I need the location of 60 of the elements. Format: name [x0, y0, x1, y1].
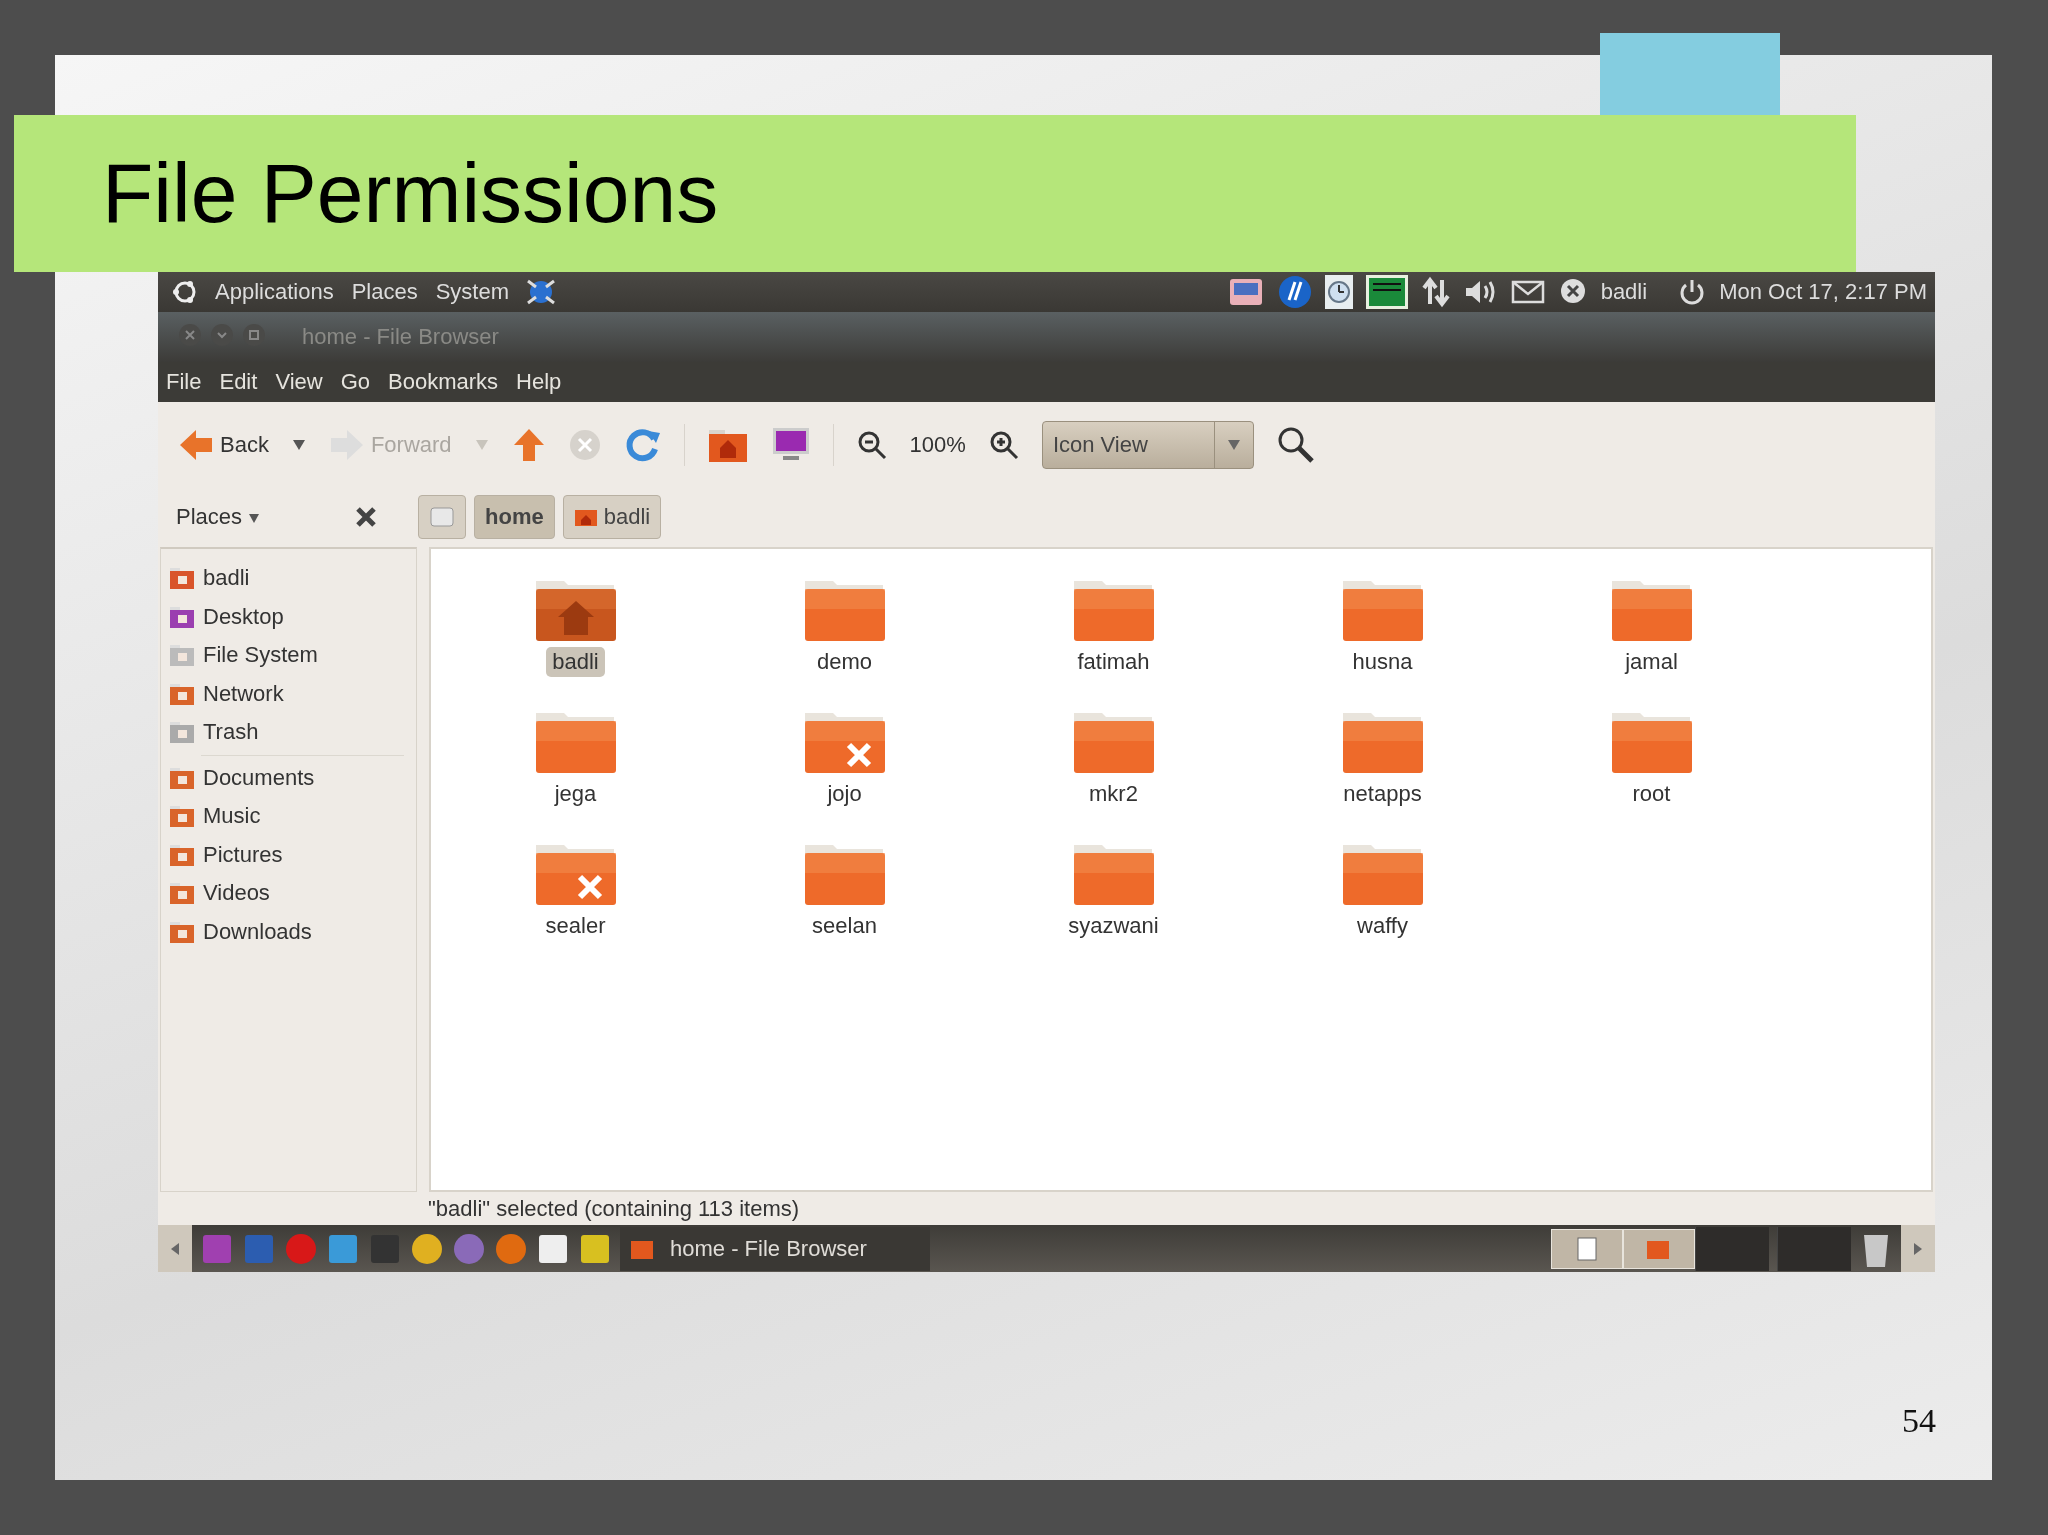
close-icon[interactable]: [354, 505, 378, 529]
zoom-level: 100%: [909, 431, 966, 458]
file-name[interactable]: waffy: [1351, 911, 1414, 941]
file-name[interactable]: root: [1626, 779, 1677, 809]
file-name[interactable]: sealer: [539, 911, 612, 941]
clock-text[interactable]: Mon Oct 17, 2:17 PM: [1719, 279, 1927, 305]
path-button[interactable]: badli: [562, 495, 662, 539]
caret-icon[interactable]: [290, 437, 307, 452]
back-button[interactable]: Back: [178, 427, 269, 462]
sidebar-item[interactable]: Music: [161, 797, 416, 836]
file-name[interactable]: netapps: [1337, 779, 1428, 809]
panel-menu[interactable]: System: [432, 279, 513, 305]
scroll-right-button[interactable]: [1901, 1225, 1935, 1272]
menu-item[interactable]: Go: [340, 369, 371, 395]
file-name[interactable]: seelan: [806, 911, 883, 941]
sidebar-item[interactable]: Network: [161, 674, 416, 713]
document-icon: [1576, 1235, 1598, 1262]
sidebar-item[interactable]: File System: [161, 636, 416, 675]
file-name[interactable]: fatimah: [1071, 647, 1156, 677]
slide-title: File Permissions: [102, 145, 719, 242]
sidebar-item[interactable]: badli: [161, 559, 416, 598]
caret-icon: [1225, 437, 1242, 452]
file-name[interactable]: syazwani: [1062, 911, 1165, 941]
clock-icon[interactable]: [1324, 275, 1353, 309]
file-name[interactable]: husna: [1346, 647, 1419, 677]
file-name[interactable]: demo: [810, 647, 878, 677]
file-name[interactable]: mkr2: [1083, 779, 1144, 809]
panel-menu[interactable]: Places: [348, 279, 421, 305]
places-dropdown[interactable]: Places: [176, 504, 261, 530]
menu-item[interactable]: View: [275, 369, 323, 395]
caret-icon: [248, 512, 261, 524]
view-dropdown[interactable]: Icon View: [1041, 420, 1254, 469]
sidebar-item[interactable]: Pictures: [161, 835, 416, 874]
taskbar-task[interactable]: home - File Browser: [620, 1226, 930, 1271]
menu-item[interactable]: Help: [516, 369, 562, 395]
panel-menu[interactable]: Applications: [212, 279, 337, 305]
sidebar-item[interactable]: Downloads: [161, 912, 416, 951]
page-number: 54: [1902, 1402, 1936, 1440]
status-text: "badli" selected (containing 113 items): [158, 1192, 1935, 1225]
sidebar-item[interactable]: Videos: [161, 874, 416, 913]
sidebar-item[interactable]: Desktop: [161, 597, 416, 636]
left-arrow-icon: [169, 1241, 181, 1256]
scroll-left-button[interactable]: [158, 1225, 192, 1272]
right-arrow-icon: [1912, 1241, 1924, 1256]
file-name[interactable]: jega: [548, 779, 603, 809]
menu-item[interactable]: Edit: [219, 369, 258, 395]
sidebar-item[interactable]: Trash: [161, 713, 416, 752]
menu-item[interactable]: File: [166, 369, 202, 395]
file-name[interactable]: jamal: [1619, 647, 1684, 677]
file-name[interactable]: badli: [546, 647, 605, 677]
arrows-icon[interactable]: [1420, 276, 1451, 308]
left-arrow-icon: [178, 427, 214, 462]
logo-icon[interactable]: [1276, 274, 1313, 310]
sidebar-item[interactable]: Documents: [161, 758, 416, 797]
path-button[interactable]: home: [474, 495, 555, 539]
window-title: home - File Browser: [302, 324, 499, 350]
envelope-icon[interactable]: [1510, 280, 1545, 304]
menu-item[interactable]: Bookmarks: [388, 369, 499, 395]
user-name[interactable]: badli: [1600, 279, 1648, 305]
file-name[interactable]: jojo: [821, 779, 868, 809]
